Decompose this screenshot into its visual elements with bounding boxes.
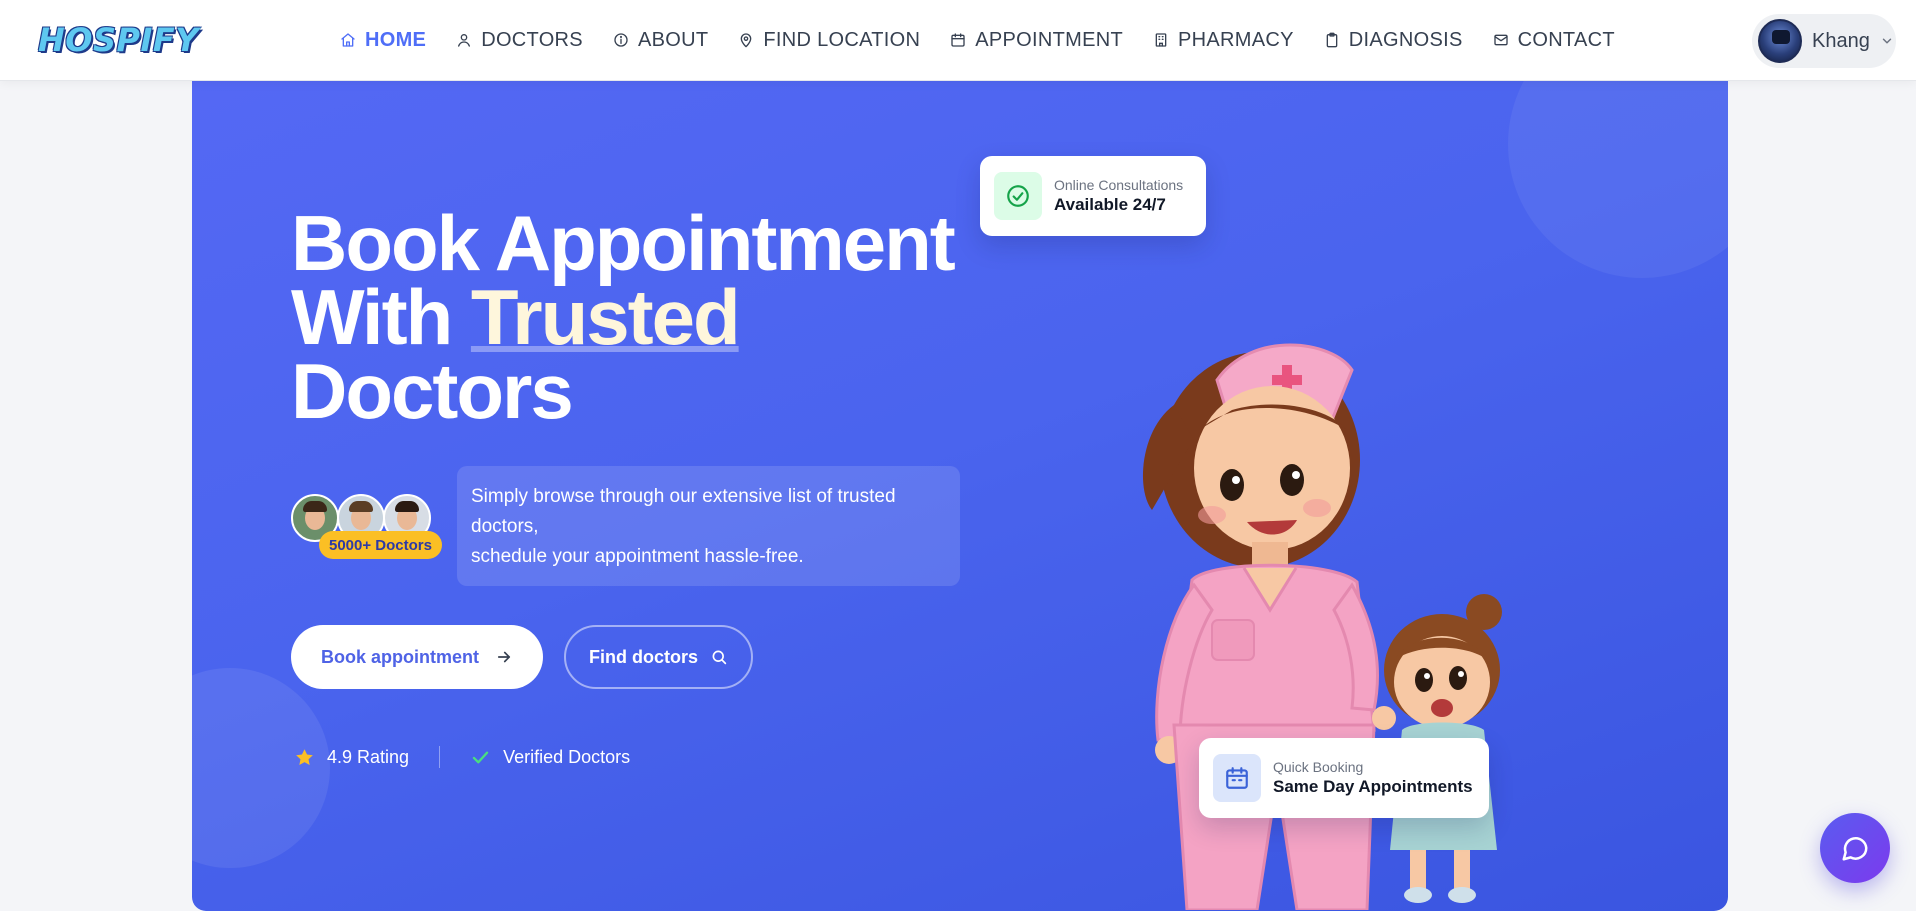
user-menu[interactable]: Khang bbox=[1752, 14, 1896, 68]
nav-item-label: DOCTORS bbox=[481, 28, 583, 51]
hero-title-line-3: Doctors bbox=[291, 347, 574, 435]
quick-booking-card: Quick Booking Same Day Appointments bbox=[1199, 738, 1489, 818]
card-value: Available 24/7 bbox=[1054, 195, 1166, 214]
top-navbar: HOSPIFY HOME DOCTORS ABOUT FIND LOCATION… bbox=[0, 0, 1916, 81]
nav-item-label: PHARMACY bbox=[1178, 28, 1294, 51]
nav-item-diagnosis[interactable]: DIAGNOSIS bbox=[1324, 29, 1463, 52]
nav-item-doctors[interactable]: DOCTORS bbox=[456, 29, 583, 52]
clipboard-icon bbox=[1326, 32, 1338, 48]
find-doctors-button[interactable]: Find doctors bbox=[564, 625, 753, 689]
nav-item-contact[interactable]: CONTACT bbox=[1493, 29, 1615, 52]
home-icon bbox=[341, 33, 355, 47]
rating-stat: 4.9 Rating bbox=[294, 747, 409, 768]
chat-button[interactable] bbox=[1820, 813, 1890, 883]
card-label: Quick Booking bbox=[1273, 759, 1364, 775]
verified-stat: Verified Doctors bbox=[470, 747, 630, 768]
card-icon-wrapper bbox=[994, 172, 1042, 220]
nav-item-about[interactable]: ABOUT bbox=[613, 29, 708, 52]
card-value: Same Day Appointments bbox=[1273, 777, 1473, 796]
decorative-circle bbox=[1508, 80, 1728, 278]
arrow-right-icon bbox=[497, 651, 511, 663]
hero-description-line-1: Simply browse through our extensive list… bbox=[471, 486, 896, 537]
rating-text: 4.9 Rating bbox=[327, 746, 410, 767]
card-label: Online Consultations bbox=[1054, 177, 1184, 193]
info-icon bbox=[614, 33, 628, 47]
star-icon bbox=[296, 748, 313, 765]
nav-item-home[interactable]: HOME bbox=[340, 29, 426, 52]
doctors-count-badge: 5000+ Doctors bbox=[319, 531, 442, 559]
nav-item-find-location[interactable]: FIND LOCATION bbox=[738, 29, 920, 52]
hero-title-line-1: Book Appointment bbox=[291, 199, 956, 287]
search-icon bbox=[712, 650, 727, 665]
doctor-avatars: 5000+ Doctors bbox=[291, 494, 442, 560]
check-icon bbox=[472, 751, 489, 763]
hospify-logo[interactable]: HOSPIFY bbox=[38, 18, 199, 62]
nav-item-label: ABOUT bbox=[637, 28, 709, 51]
avatar bbox=[1758, 19, 1802, 63]
mail-icon bbox=[1493, 34, 1508, 46]
map-pin-icon bbox=[741, 33, 752, 48]
chevron-down-icon bbox=[1882, 38, 1892, 44]
nav-item-label: DIAGNOSIS bbox=[1348, 28, 1463, 51]
check-circle-icon bbox=[1007, 185, 1029, 207]
main-nav: HOME DOCTORS ABOUT FIND LOCATION APPOINT… bbox=[340, 0, 1615, 80]
nav-item-label: APPOINTMENT bbox=[975, 28, 1123, 51]
online-consultations-card: Online Consultations Available 24/7 bbox=[980, 156, 1206, 236]
nav-item-label: HOME bbox=[365, 28, 427, 51]
find-doctors-label: Find doctors bbox=[589, 646, 698, 667]
nav-item-appointment[interactable]: APPOINTMENT bbox=[950, 29, 1123, 52]
building-icon bbox=[1155, 33, 1167, 47]
hero-title-line-2: With Trusted bbox=[291, 278, 951, 356]
calendar-icon bbox=[1226, 767, 1248, 789]
nav-item-label: CONTACT bbox=[1517, 28, 1615, 51]
card-icon-wrapper bbox=[1213, 754, 1261, 802]
chat-bubble-icon bbox=[1842, 837, 1868, 861]
calendar-icon bbox=[951, 33, 965, 47]
nurse-child-illustration bbox=[1142, 343, 1502, 910]
nav-item-label: FIND LOCATION bbox=[763, 28, 921, 51]
hero-description-line-2: schedule your appointment hassle-free. bbox=[471, 546, 804, 567]
book-appointment-label: Book appointment bbox=[321, 646, 479, 667]
hero-title: Book Appointment With Trusted Doctors bbox=[291, 199, 956, 435]
nav-item-pharmacy[interactable]: PHARMACY bbox=[1153, 29, 1294, 52]
hero-stats: 4.9 Rating Verified Doctors bbox=[294, 741, 630, 773]
hero-description: Simply browse through our extensive list… bbox=[457, 466, 960, 586]
user-name: Khang bbox=[1812, 29, 1870, 52]
book-appointment-button[interactable]: Book appointment bbox=[291, 625, 543, 689]
verified-text: Verified Doctors bbox=[503, 746, 631, 767]
hero-section: Book Appointment With Trusted Doctors 50… bbox=[192, 80, 1728, 911]
stat-divider bbox=[439, 746, 441, 768]
user-icon bbox=[458, 34, 471, 47]
